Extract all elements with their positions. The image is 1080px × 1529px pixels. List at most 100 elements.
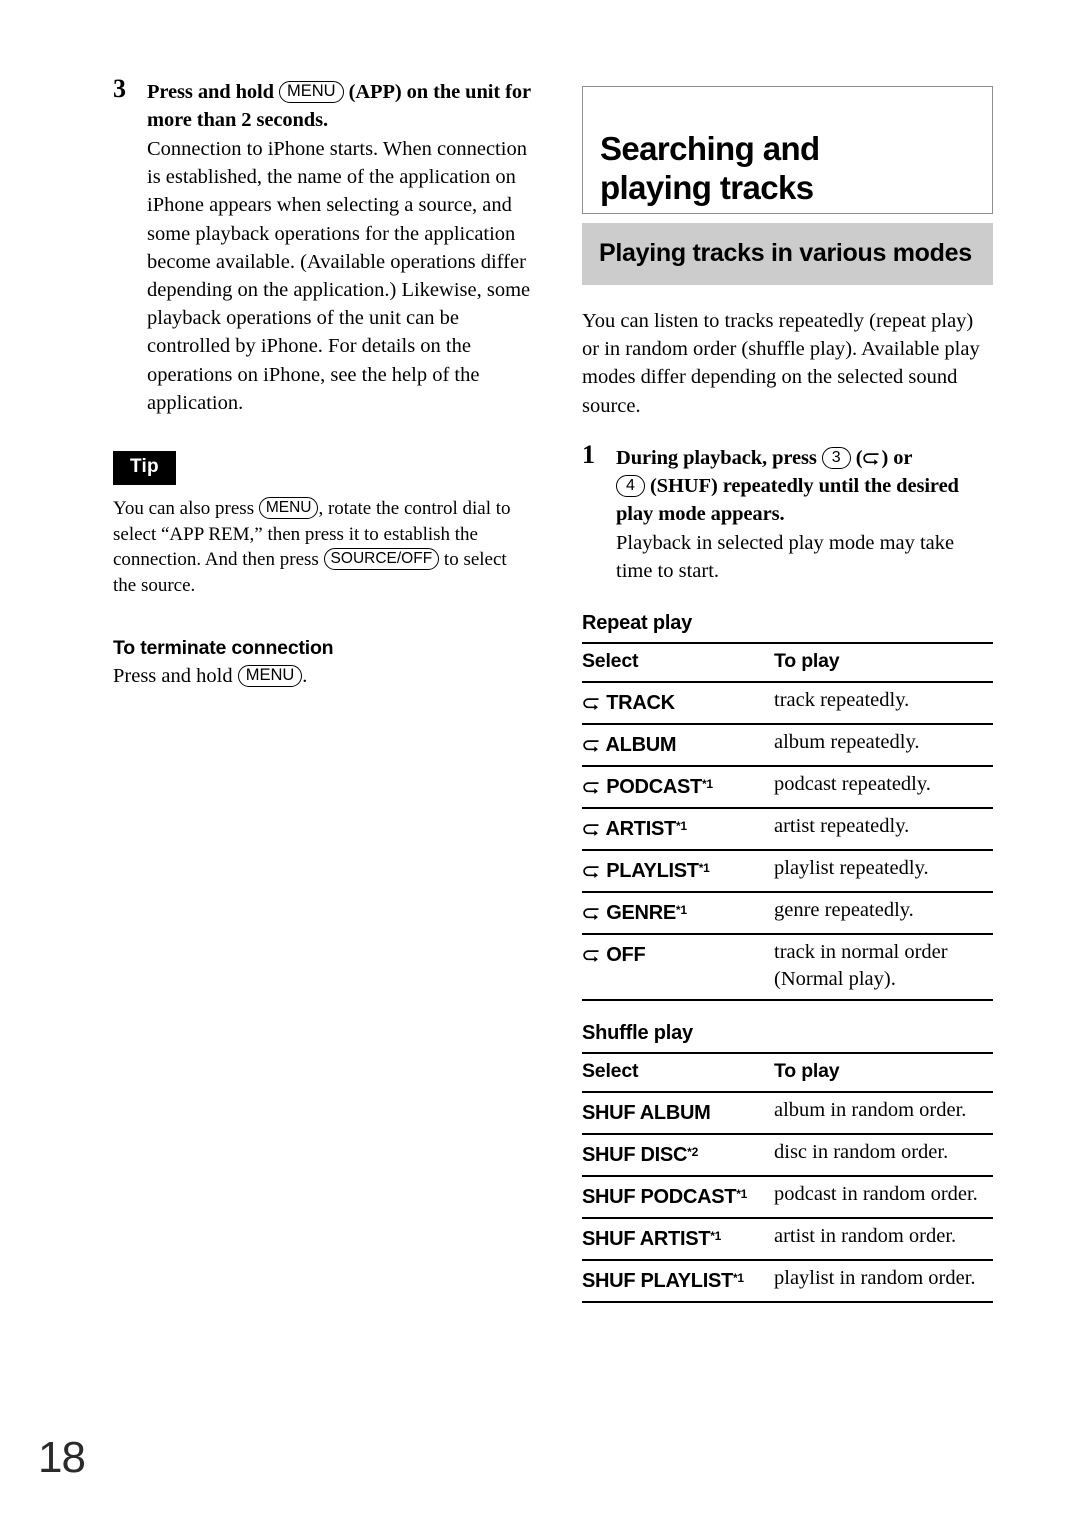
shuffle-mode-name: SHUF PLAYLIST*1 xyxy=(582,1259,774,1304)
terminate-connection-block: To terminate connection Press and hold M… xyxy=(113,636,533,690)
table-row: GENRE*1 genre repeatedly. xyxy=(582,891,993,935)
table-row: OFF track in normal order (Normal play). xyxy=(582,933,993,1002)
step-3-heading: Press and hold MENU (APP) on the unit fo… xyxy=(147,78,533,134)
table-row: ARTIST*1 artist repeatedly. xyxy=(582,807,993,851)
left-column: 3 Press and hold MENU (APP) on the unit … xyxy=(113,76,533,690)
step-1-heading-text-1: During playback, press xyxy=(616,446,817,469)
table-row: ALBUM album repeatedly. xyxy=(582,723,993,767)
repeat-loop-icon xyxy=(862,451,881,465)
column-header-select: Select xyxy=(582,1052,774,1093)
section-header-band: Playing tracks in various modes xyxy=(582,223,993,285)
repeat-mode-name: ARTIST*1 xyxy=(582,807,774,851)
shuffle-play-rows: SHUF ALBUM album in random order. SHUF D… xyxy=(582,1091,993,1304)
page-number: 18 xyxy=(38,1433,86,1482)
shuffle-mode-description: podcast in random order. xyxy=(774,1175,993,1219)
preset-4-key[interactable]: 4 xyxy=(616,474,645,497)
repeat-loop-icon xyxy=(582,738,601,753)
shuffle-mode-label: SHUF DISC xyxy=(582,1144,688,1167)
footnote-marker: *2 xyxy=(687,1145,699,1160)
right-column: Searching and playing tracks Playing tra… xyxy=(582,86,993,1304)
footnote-marker: *1 xyxy=(710,1229,722,1244)
step-1-heading: During playback, press 3 ( ) or 4 (SHUF) … xyxy=(616,444,993,528)
footnote-marker: *1 xyxy=(736,1187,748,1202)
repeat-mode-description: genre repeatedly. xyxy=(774,891,993,935)
repeat-play-table: Select To play TRACK track repeatedly. A… xyxy=(582,642,993,1002)
column-header-to-play: To play xyxy=(774,642,993,683)
tip-block: Tip You can also press MENU, rotate the … xyxy=(113,451,533,598)
shuffle-mode-name: SHUF PODCAST*1 xyxy=(582,1175,774,1219)
table-row: SHUF ARTIST*1 artist in random order. xyxy=(582,1217,993,1261)
menu-key[interactable]: MENU xyxy=(279,81,344,103)
terminate-connection-text: Press and hold MENU. xyxy=(113,662,533,690)
repeat-mode-label: ARTIST xyxy=(605,818,677,841)
repeat-mode-description: artist repeatedly. xyxy=(774,807,993,851)
column-header-to-play: To play xyxy=(774,1052,993,1093)
repeat-mode-label: PLAYLIST xyxy=(606,860,699,883)
menu-key[interactable]: MENU xyxy=(258,497,319,520)
table-row: SHUF PODCAST*1 podcast in random order. xyxy=(582,1175,993,1219)
table-row: TRACK track repeatedly. xyxy=(582,681,993,725)
repeat-mode-label: GENRE xyxy=(606,902,676,925)
table-row: SHUF DISC*2 disc in random order. xyxy=(582,1133,993,1177)
repeat-mode-name: GENRE*1 xyxy=(582,891,774,935)
footnote-marker: *1 xyxy=(675,819,687,834)
shuffle-mode-description: playlist in random order. xyxy=(774,1259,993,1304)
chapter-title-line-1: Searching and xyxy=(600,130,820,167)
terminate-connection-heading: To terminate connection xyxy=(113,637,334,660)
repeat-mode-description: album repeatedly. xyxy=(774,723,993,767)
shuffle-mode-label: SHUF PLAYLIST xyxy=(582,1270,733,1293)
footnote-marker: *1 xyxy=(732,1271,744,1286)
step-1-heading-text-3: (SHUF) repeatedly until the desired play… xyxy=(616,474,959,525)
column-header-select: Select xyxy=(582,642,774,683)
repeat-loop-icon xyxy=(582,906,601,921)
repeat-mode-name: ALBUM xyxy=(582,723,774,767)
step-3: 3 Press and hold MENU (APP) on the unit … xyxy=(113,76,533,417)
shuffle-mode-description: album in random order. xyxy=(774,1091,993,1135)
footnote-marker: *1 xyxy=(698,861,710,876)
repeat-loop-icon xyxy=(582,696,601,711)
shuffle-mode-label: SHUF PODCAST xyxy=(582,1186,737,1209)
shuffle-mode-name: SHUF ALBUM xyxy=(582,1091,774,1135)
manual-page: 3 Press and hold MENU (APP) on the unit … xyxy=(0,0,1080,1529)
repeat-mode-description: playlist repeatedly. xyxy=(774,849,993,893)
menu-key[interactable]: MENU xyxy=(237,665,303,688)
table-row: SHUF PLAYLIST*1 playlist in random order… xyxy=(582,1259,993,1304)
tip-text-part-1: You can also press xyxy=(113,498,255,520)
repeat-mode-description: track repeatedly. xyxy=(774,681,993,725)
shuffle-mode-label: SHUF ALBUM xyxy=(582,1102,711,1125)
table-header-row: Select To play xyxy=(582,642,993,683)
step-3-heading-text-before: Press and hold xyxy=(147,81,274,103)
shuffle-play-title: Shuffle play xyxy=(582,1022,693,1045)
repeat-loop-icon xyxy=(582,822,601,837)
repeat-loop-icon xyxy=(582,948,601,963)
repeat-mode-label: ALBUM xyxy=(605,734,677,757)
terminate-text-part-2: . xyxy=(302,665,308,688)
footnote-marker: *1 xyxy=(675,903,687,918)
tip-badge: Tip xyxy=(113,451,176,486)
repeat-mode-name: OFF xyxy=(582,933,774,1002)
repeat-loop-icon xyxy=(582,864,601,879)
step-1-heading-paren-open: ( xyxy=(855,446,863,469)
repeat-mode-description: track in normal order (Normal play). xyxy=(774,933,993,1002)
step-1-heading-text-2: ) or xyxy=(881,446,913,469)
preset-3-key[interactable]: 3 xyxy=(821,446,851,469)
chapter-title: Searching and playing tracks xyxy=(600,129,820,207)
repeat-mode-label: PODCAST xyxy=(606,776,702,799)
repeat-mode-name: PODCAST*1 xyxy=(582,765,774,809)
repeat-play-rows: TRACK track repeatedly. ALBUM album repe… xyxy=(582,681,993,1002)
repeat-play-title: Repeat play xyxy=(582,612,693,635)
repeat-mode-description: podcast repeatedly. xyxy=(774,765,993,809)
shuffle-mode-name: SHUF DISC*2 xyxy=(582,1133,774,1177)
shuffle-mode-name: SHUF ARTIST*1 xyxy=(582,1217,774,1261)
section-intro-text: You can listen to tracks repeatedly (rep… xyxy=(582,310,980,417)
step-3-body: Connection to iPhone starts. When connec… xyxy=(147,138,531,414)
repeat-mode-name: PLAYLIST*1 xyxy=(582,849,774,893)
table-row: PODCAST*1 podcast repeatedly. xyxy=(582,765,993,809)
shuffle-mode-description: disc in random order. xyxy=(774,1133,993,1177)
source-off-key[interactable]: SOURCE/OFF xyxy=(323,548,440,571)
shuffle-mode-label: SHUF ARTIST xyxy=(582,1228,711,1251)
table-row: SHUF ALBUM album in random order. xyxy=(582,1091,993,1135)
table-header-row: Select To play xyxy=(582,1052,993,1093)
repeat-loop-icon xyxy=(582,780,601,795)
table-row: PLAYLIST*1 playlist repeatedly. xyxy=(582,849,993,893)
